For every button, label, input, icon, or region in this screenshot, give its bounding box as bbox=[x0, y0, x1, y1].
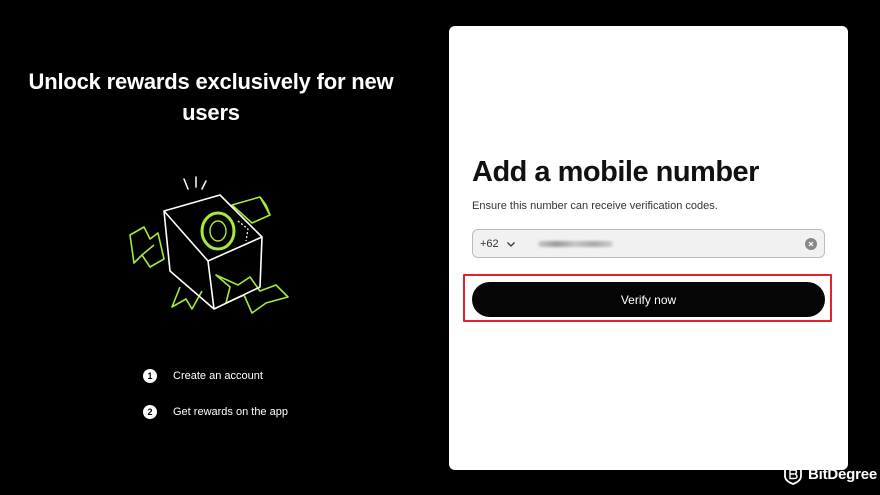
step-number: 1 bbox=[143, 369, 157, 383]
phone-number-input[interactable]: (redacted) bbox=[537, 240, 613, 247]
gift-box-illustration bbox=[129, 176, 289, 314]
phone-number-field[interactable]: +62 (redacted) bbox=[472, 229, 825, 258]
step-create-account: 1 Create an account bbox=[143, 369, 263, 383]
country-code-selector[interactable]: +62 bbox=[480, 238, 499, 250]
watermark: BitDegree bbox=[783, 463, 877, 485]
verify-now-button[interactable]: Verify now bbox=[472, 282, 825, 317]
brand-name: BitDegree bbox=[808, 465, 878, 483]
step-label: Get rewards on the app bbox=[173, 406, 288, 418]
hero-title: Unlock rewards exclusively for new users bbox=[28, 69, 394, 125]
phone-number-value: (redacted) bbox=[538, 241, 539, 242]
form-title: Add a mobile number bbox=[472, 156, 759, 188]
clear-icon[interactable] bbox=[805, 238, 817, 250]
step-number: 2 bbox=[143, 405, 157, 419]
chevron-down-icon[interactable] bbox=[506, 239, 516, 249]
signup-card: Add a mobile number Ensure this number c… bbox=[449, 26, 848, 470]
step-get-rewards: 2 Get rewards on the app bbox=[143, 405, 288, 419]
bitdegree-logo-icon bbox=[784, 463, 802, 485]
form-subtitle: Ensure this number can receive verificat… bbox=[472, 200, 718, 212]
step-label: Create an account bbox=[173, 370, 263, 382]
